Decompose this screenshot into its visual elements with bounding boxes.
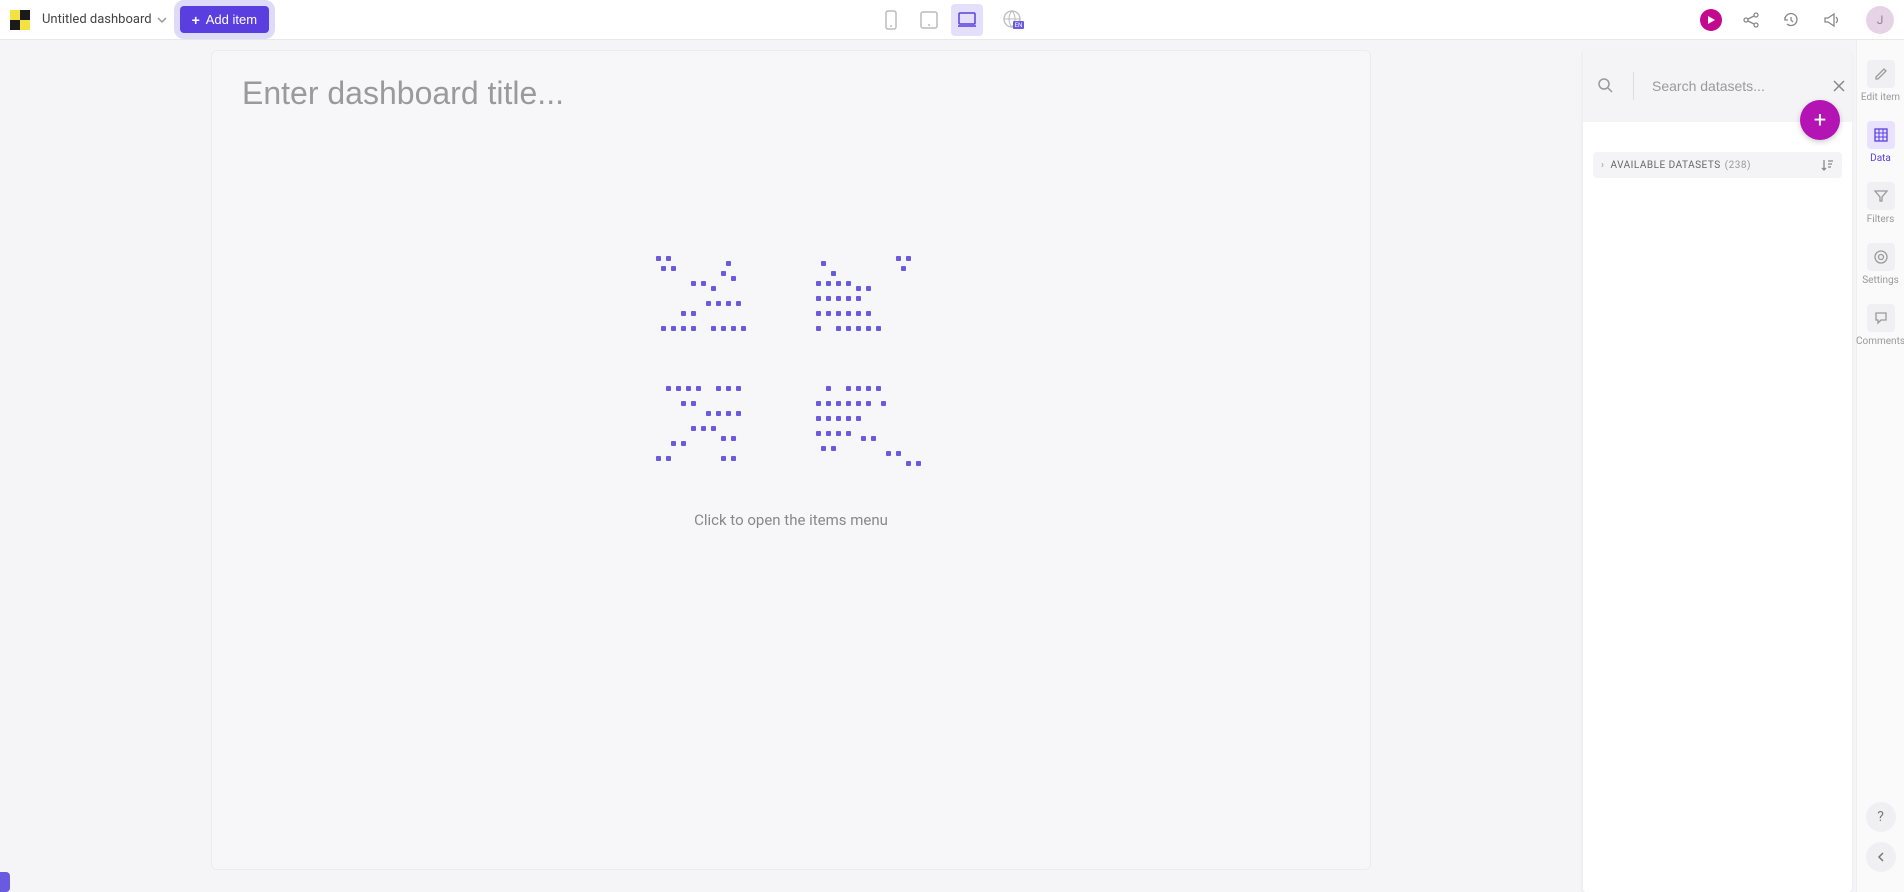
chevron-down-icon <box>156 14 168 26</box>
chevron-left-icon <box>1875 851 1887 863</box>
datasets-label: AVAILABLE DATASETS <box>1611 160 1721 171</box>
user-avatar[interactable]: J <box>1866 6 1894 34</box>
search-icon <box>1597 77 1615 95</box>
dashboard-name[interactable]: Untitled dashboard <box>42 12 168 27</box>
dashboard-title-input[interactable] <box>242 75 1340 112</box>
app-logo[interactable] <box>10 10 30 30</box>
device-mobile-button[interactable] <box>875 4 907 36</box>
chevron-right-icon: › <box>1601 160 1605 171</box>
rail-comments[interactable]: Comments <box>1861 298 1901 355</box>
share-button[interactable] <box>1740 9 1762 31</box>
add-item-button[interactable]: + Add item <box>180 6 270 33</box>
rail-settings[interactable]: Settings <box>1861 237 1901 294</box>
topbar: Untitled dashboard + Add item EN <box>0 0 1904 40</box>
device-tablet-button[interactable] <box>913 4 945 36</box>
lang-badge-text: EN <box>1015 22 1023 29</box>
device-preview-group: EN <box>875 4 1029 36</box>
empty-state-placeholder[interactable]: Click to open the items menu <box>651 251 931 529</box>
device-desktop-button[interactable] <box>951 4 983 36</box>
search-wrap <box>1597 72 1833 100</box>
search-datasets-input[interactable] <box>1652 78 1833 94</box>
arrow-bl <box>651 381 761 471</box>
comment-icon <box>1873 310 1889 326</box>
rail-edit-item[interactable]: Edit item <box>1861 54 1901 111</box>
history-button[interactable] <box>1780 9 1802 31</box>
collapse-rail-button[interactable] <box>1866 842 1896 872</box>
rail-label: Data <box>1870 153 1891 164</box>
main: Click to open the items menu + › AVAILAB… <box>0 40 1904 892</box>
rail-bottom: ? <box>1857 802 1904 892</box>
add-dataset-fab[interactable]: + <box>1800 100 1840 140</box>
language-button[interactable]: EN <box>997 4 1029 36</box>
data-panel: + › AVAILABLE DATASETS (238) <box>1582 50 1852 892</box>
data-panel-header: + <box>1583 50 1852 122</box>
close-panel-button[interactable] <box>1833 77 1845 95</box>
dashboard-name-text: Untitled dashboard <box>42 12 152 27</box>
dashboard-canvas: Click to open the items menu <box>211 50 1371 870</box>
rail-label: Filters <box>1867 214 1895 225</box>
rail-label: Edit item <box>1861 92 1900 103</box>
arrow-tr <box>811 251 921 341</box>
plus-icon: + <box>192 13 200 27</box>
rail-data[interactable]: Data <box>1861 115 1901 172</box>
arrow-br <box>811 381 921 471</box>
help-button[interactable]: ? <box>1866 802 1896 832</box>
filter-icon <box>1873 188 1889 204</box>
play-button[interactable] <box>1700 9 1722 31</box>
rail-label: Comments <box>1856 336 1904 347</box>
sort-button[interactable] <box>1820 158 1834 172</box>
expand-icon <box>651 251 931 471</box>
add-item-label: Add item <box>206 12 257 27</box>
empty-state-hint: Click to open the items menu <box>651 511 931 529</box>
rail-label: Settings <box>1862 275 1899 286</box>
available-datasets-header[interactable]: › AVAILABLE DATASETS (238) <box>1593 152 1842 178</box>
announce-button[interactable] <box>1820 9 1842 31</box>
plus-icon: + <box>1814 108 1826 133</box>
help-label: ? <box>1877 809 1884 825</box>
gear-icon <box>1873 249 1889 265</box>
edit-icon <box>1873 66 1889 82</box>
canvas-column: Click to open the items menu <box>0 40 1582 892</box>
arrow-tl <box>651 251 761 341</box>
topbar-right: J <box>1700 6 1894 34</box>
avatar-initial: J <box>1877 13 1884 27</box>
divider <box>1633 72 1634 100</box>
table-icon <box>1873 127 1889 143</box>
right-rail: Edit item Data Filters Settings Comments… <box>1856 40 1904 892</box>
left-edge-handle[interactable] <box>0 872 10 892</box>
datasets-count: (238) <box>1725 160 1751 171</box>
rail-filters[interactable]: Filters <box>1861 176 1901 233</box>
